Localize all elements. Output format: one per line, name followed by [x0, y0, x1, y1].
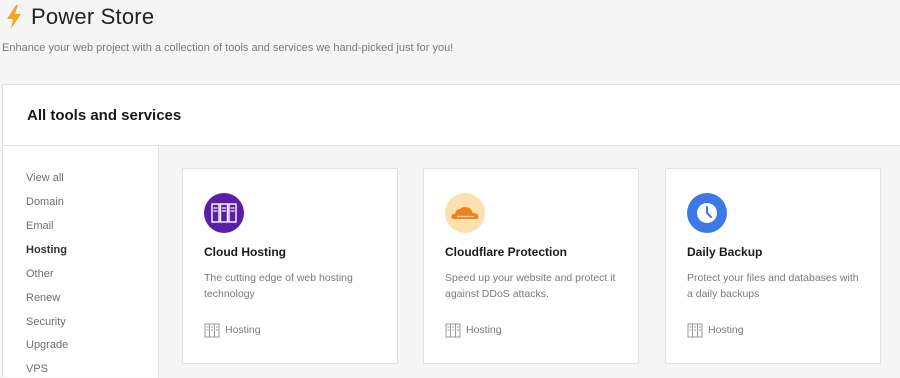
panel-header: All tools and services: [3, 85, 900, 146]
product-card-daily-backup[interactable]: Daily Backup Protect your files and data…: [665, 168, 881, 364]
card-title: Cloudflare Protection: [445, 245, 568, 259]
cloudflare-icon: [445, 193, 485, 233]
title-row: Power Store: [4, 3, 154, 31]
page-header: Power Store Enhance your web project wit…: [0, 0, 900, 84]
sidebar-item-vps[interactable]: VPS: [26, 363, 48, 375]
sidebar-item-domain[interactable]: Domain: [26, 196, 64, 208]
card-title: Cloud Hosting: [204, 245, 286, 259]
tools-panel: All tools and services View all Domain E…: [2, 84, 900, 378]
sidebar-item-security[interactable]: Security: [26, 316, 66, 328]
category-label: Hosting: [708, 324, 744, 336]
card-category: Hosting: [204, 322, 261, 338]
building-icon: [204, 323, 220, 338]
card-description: Speed up your website and protect it aga…: [445, 272, 616, 300]
sidebar-item-view-all[interactable]: View all: [26, 172, 64, 184]
sidebar-item-hosting[interactable]: Hosting: [26, 244, 67, 256]
card-category: Hosting: [445, 322, 502, 338]
page-subtitle: Enhance your web project with a collecti…: [2, 42, 454, 54]
building-icon: [687, 323, 703, 338]
category-label: Hosting: [225, 324, 261, 336]
category-label: Hosting: [466, 324, 502, 336]
card-description: Protect your files and databases with a …: [687, 272, 859, 300]
sidebar-item-upgrade[interactable]: Upgrade: [26, 339, 68, 351]
server-icon: [204, 193, 244, 233]
card-title: Daily Backup: [687, 245, 763, 259]
sidebar-item-other[interactable]: Other: [26, 268, 54, 280]
panel-title: All tools and services: [27, 107, 182, 124]
category-sidebar: View all Domain Email Hosting Other Rene…: [3, 146, 159, 378]
clock-icon: [687, 193, 727, 233]
product-card-cloudflare-protection[interactable]: Cloudflare Protection Speed up your webs…: [423, 168, 639, 364]
sidebar-item-renew[interactable]: Renew: [26, 292, 60, 304]
cards-area: Cloud Hosting The cutting edge of web ho…: [159, 146, 900, 378]
sidebar-item-email[interactable]: Email: [26, 220, 54, 232]
product-card-cloud-hosting[interactable]: Cloud Hosting The cutting edge of web ho…: [182, 168, 398, 364]
card-description: The cutting edge of web hosting technolo…: [204, 272, 353, 300]
card-category: Hosting: [687, 322, 744, 338]
page-title: Power Store: [31, 4, 155, 29]
lightning-icon: [7, 5, 21, 29]
building-icon: [445, 323, 461, 338]
